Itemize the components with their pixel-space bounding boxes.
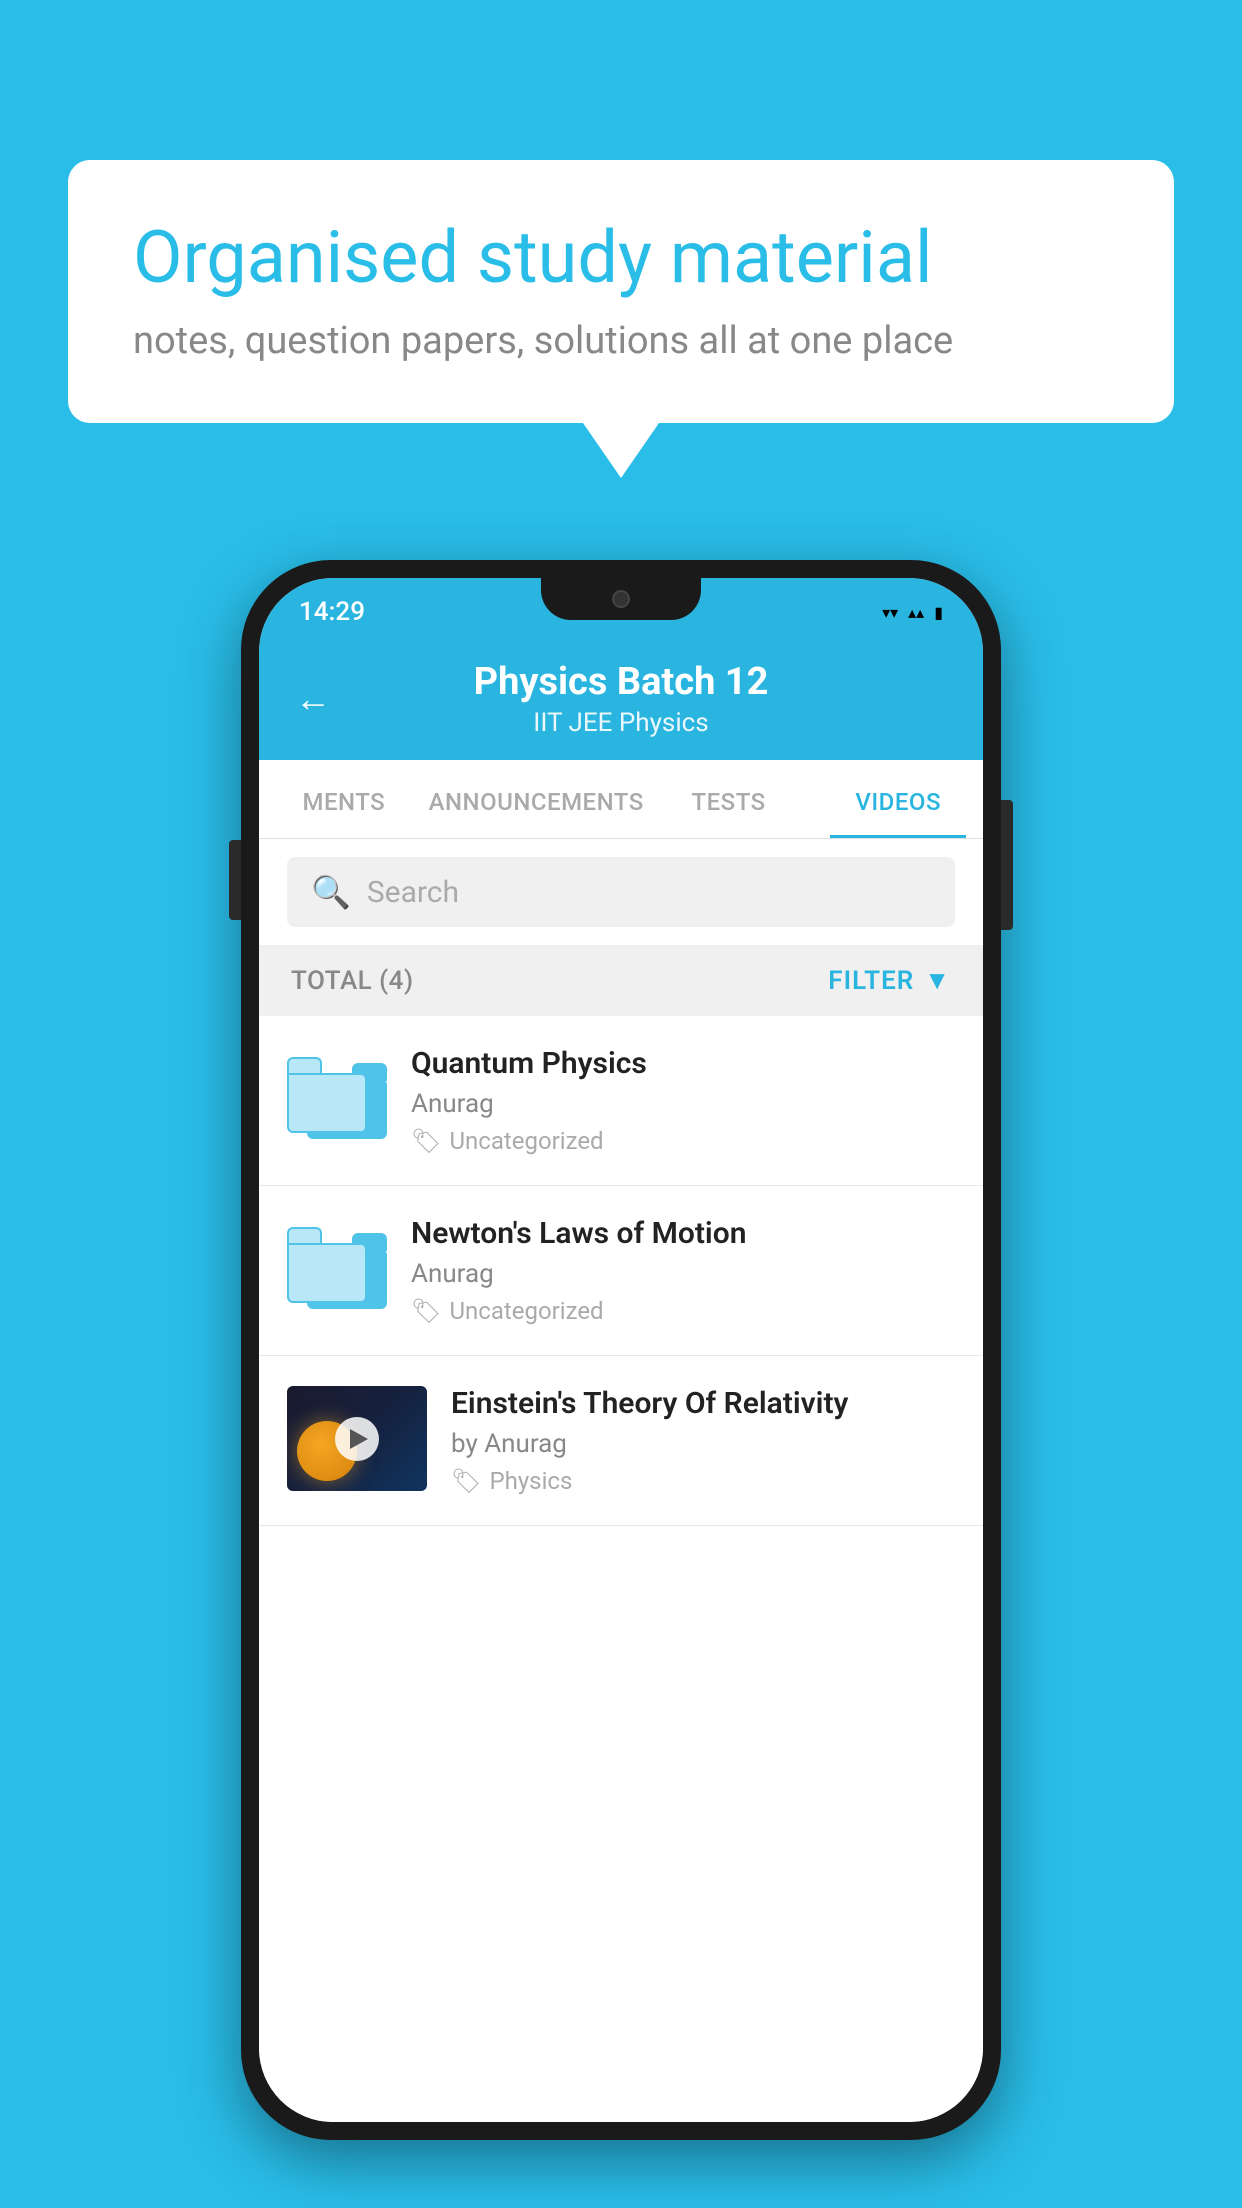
tag-icon: 🏷: [411, 1127, 441, 1155]
video-tag: 🏷 Uncategorized: [411, 1297, 955, 1325]
battery-icon: ▮: [934, 603, 943, 622]
speech-bubble: Organised study material notes, question…: [68, 160, 1174, 423]
status-time: 14:29: [299, 597, 365, 627]
tag-label: Uncategorized: [449, 1297, 603, 1325]
video-info-einstein: Einstein's Theory Of Relativity by Anura…: [451, 1386, 955, 1495]
play-button[interactable]: [335, 1417, 379, 1461]
filter-icon: ▼: [924, 965, 951, 996]
tab-videos[interactable]: VIDEOS: [813, 760, 983, 838]
filter-button[interactable]: FILTER ▼: [828, 965, 951, 996]
header-subtitle-part1: IIT JEE: [533, 708, 612, 738]
wifi-icon: ▾▾: [882, 603, 898, 622]
speech-bubble-container: Organised study material notes, question…: [68, 160, 1174, 478]
tab-tests[interactable]: TESTS: [644, 760, 814, 838]
tag-label: Physics: [489, 1467, 572, 1495]
phone-outer: 14:29 ▾▾ ▴▴ ▮ ← Physics Batch 12 IIT JEE…: [241, 560, 1001, 2140]
folder-icon-newton: [287, 1216, 387, 1316]
header-title: Physics Batch 12: [474, 660, 769, 704]
notch-camera: [612, 590, 630, 608]
status-icons: ▾▾ ▴▴ ▮: [882, 603, 943, 622]
video-title: Newton's Laws of Motion: [411, 1216, 955, 1251]
filter-label: FILTER: [828, 966, 914, 996]
speech-bubble-arrow: [583, 423, 659, 478]
folder-icon-quantum: [287, 1046, 387, 1146]
tab-announcements[interactable]: ANNOUNCEMENTS: [429, 760, 644, 838]
header-subtitle-part2: Physics: [619, 708, 709, 738]
video-info-quantum: Quantum Physics Anurag 🏷 Uncategorized: [411, 1046, 955, 1155]
video-author: Anurag: [411, 1259, 955, 1289]
video-author: by Anurag: [451, 1429, 955, 1459]
video-author: Anurag: [411, 1089, 955, 1119]
phone-notch: [541, 578, 701, 620]
list-item[interactable]: Quantum Physics Anurag 🏷 Uncategorized: [259, 1016, 983, 1186]
phone-screen: 14:29 ▾▾ ▴▴ ▮ ← Physics Batch 12 IIT JEE…: [259, 578, 983, 2122]
list-item[interactable]: Einstein's Theory Of Relativity by Anura…: [259, 1356, 983, 1526]
signal-icon: ▴▴: [908, 603, 924, 622]
video-info-newton: Newton's Laws of Motion Anurag 🏷 Uncateg…: [411, 1216, 955, 1325]
tab-ments[interactable]: MENTS: [259, 760, 429, 838]
tag-icon: 🏷: [451, 1467, 481, 1495]
search-container: 🔍 Search: [259, 839, 983, 945]
filter-bar: TOTAL (4) FILTER ▼: [259, 945, 983, 1016]
tag-icon: 🏷: [411, 1297, 441, 1325]
speech-bubble-subtitle: notes, question papers, solutions all at…: [133, 319, 1109, 363]
video-tag: 🏷 Uncategorized: [411, 1127, 955, 1155]
tabs-bar: MENTS ANNOUNCEMENTS TESTS VIDEOS: [259, 760, 983, 839]
tag-label: Uncategorized: [449, 1127, 603, 1155]
header-subtitle: IIT JEE Physics: [533, 708, 708, 738]
video-list: Quantum Physics Anurag 🏷 Uncategorized: [259, 1016, 983, 2122]
search-bar[interactable]: 🔍 Search: [287, 857, 955, 927]
video-tag: 🏷 Physics: [451, 1467, 955, 1495]
play-icon: [350, 1429, 368, 1449]
total-count-label: TOTAL (4): [291, 966, 414, 996]
search-icon: 🔍: [311, 873, 351, 911]
video-title: Quantum Physics: [411, 1046, 955, 1081]
video-title: Einstein's Theory Of Relativity: [451, 1386, 955, 1421]
speech-bubble-title: Organised study material: [133, 215, 1109, 301]
back-button[interactable]: ←: [295, 678, 331, 720]
video-thumbnail-einstein: [287, 1386, 427, 1491]
list-item[interactable]: Newton's Laws of Motion Anurag 🏷 Uncateg…: [259, 1186, 983, 1356]
search-placeholder: Search: [367, 875, 459, 910]
app-header: ← Physics Batch 12 IIT JEE Physics: [259, 638, 983, 760]
phone-container: 14:29 ▾▾ ▴▴ ▮ ← Physics Batch 12 IIT JEE…: [241, 560, 1001, 2140]
